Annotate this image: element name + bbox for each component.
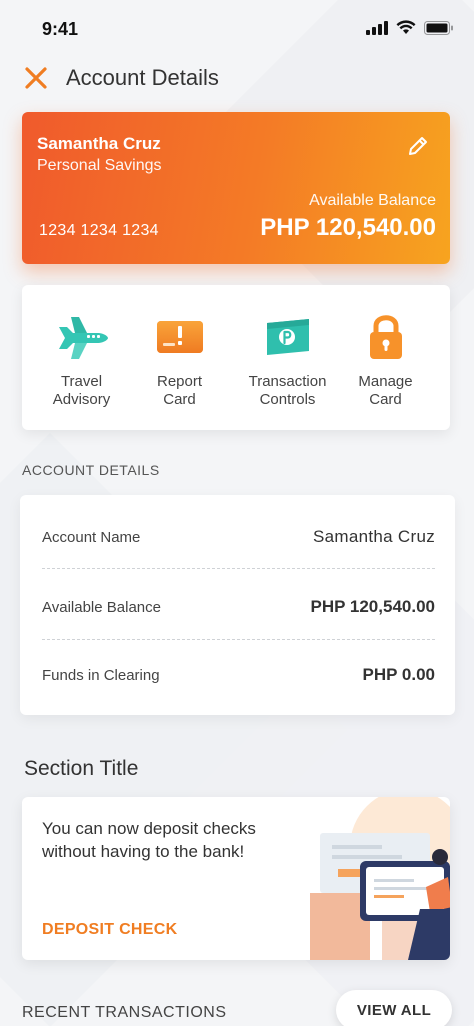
battery-icon	[424, 20, 453, 35]
detail-value: PHP 120,540.00	[310, 597, 435, 616]
detail-label: Funds in Clearing	[42, 667, 160, 684]
section-title: Section Title	[24, 757, 139, 780]
available-balance-value: PHP 120,540.00	[260, 214, 436, 241]
status-bar: 9:41	[0, 0, 474, 58]
report-card-button[interactable]: Report Card	[126, 285, 233, 430]
account-details-card: Account Name Samantha Cruz Available Bal…	[20, 495, 455, 715]
close-icon	[25, 67, 47, 89]
manage-card-button[interactable]: Manage Card	[332, 285, 439, 430]
detail-row-available-balance: Available Balance PHP 120,540.00	[42, 595, 435, 623]
deposit-check-illustration	[310, 797, 450, 960]
signal-icon	[366, 20, 388, 35]
detail-label: Available Balance	[42, 599, 161, 616]
recent-transactions-label: RECENT TRANSACTIONS	[22, 1004, 227, 1021]
available-balance-label: Available Balance	[309, 192, 436, 209]
deposit-check-link[interactable]: DEPOSIT CHECK	[42, 921, 177, 939]
status-icons	[366, 20, 454, 35]
quick-actions: Travel Advisory Report Card Transaction …	[22, 285, 450, 430]
wifi-icon	[396, 20, 416, 34]
status-time: 9:41	[42, 19, 79, 39]
account-type: Personal Savings	[37, 157, 162, 174]
edit-button[interactable]	[406, 134, 430, 158]
detail-value: Samantha Cruz	[312, 527, 435, 546]
account-card: Samantha Cruz Personal Savings Available…	[22, 112, 450, 264]
quick-action-label: Transaction Controls	[248, 373, 327, 408]
quick-action-label: Report Card	[156, 373, 203, 408]
lock-icon	[369, 315, 402, 359]
report-card-icon	[156, 321, 203, 353]
account-holder-name: Samantha Cruz	[37, 134, 161, 153]
quick-action-label: Manage Card	[358, 373, 413, 408]
airplane-icon	[58, 317, 108, 359]
travel-advisory-button[interactable]: Travel Advisory	[28, 285, 135, 430]
detail-row-account-name: Account Name Samantha Cruz	[42, 525, 435, 553]
promo-text: You can now deposit checks without havin…	[42, 819, 256, 861]
pencil-icon	[409, 137, 427, 155]
transaction-controls-button[interactable]: Transaction Controls	[234, 285, 341, 430]
deposit-check-promo-card: You can now deposit checks without havin…	[22, 797, 450, 960]
detail-row-funds-in-clearing: Funds in Clearing PHP 0.00	[42, 663, 435, 691]
account-details-section-label: ACCOUNT DETAILS	[22, 462, 160, 478]
view-all-button[interactable]: VIEW ALL	[336, 990, 452, 1026]
quick-action-label: Travel Advisory	[52, 373, 111, 408]
detail-value: PHP 0.00	[362, 665, 435, 684]
header: Account Details	[0, 58, 474, 98]
divider	[42, 639, 435, 640]
page-title: Account Details	[66, 65, 219, 90]
transaction-controls-icon	[266, 319, 309, 355]
detail-label: Account Name	[42, 529, 141, 546]
close-button[interactable]	[22, 64, 50, 92]
divider	[42, 568, 435, 569]
account-number: 1234 1234 1234	[39, 222, 159, 239]
